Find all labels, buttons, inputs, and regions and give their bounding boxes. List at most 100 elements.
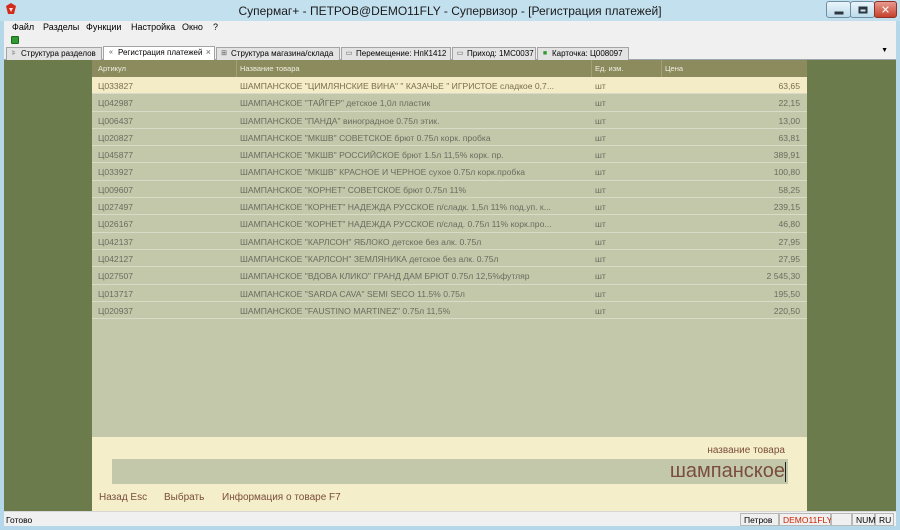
cell-article: Ц006437 bbox=[98, 115, 134, 126]
search-panel: название товара шампанское Назад Esc Выб… bbox=[92, 437, 807, 511]
table-row[interactable]: Ц020937 ШАМПАНСКОЕ "FAUSTINO MARTINEZ" 0.… bbox=[92, 302, 807, 320]
table-row[interactable]: Ц042137 ШАМПАНСКОЕ "КАРЛСОН" ЯБЛОКО детск… bbox=[92, 233, 807, 250]
cell-price: 195,50 bbox=[773, 288, 800, 299]
column-header-unit[interactable]: Ед. изм. bbox=[595, 64, 623, 73]
maximize-button[interactable] bbox=[850, 1, 875, 18]
table-row[interactable]: Ц026167 ШАМПАНСКОЕ "КОРНЕТ" НАДЕЖДА РУССК… bbox=[92, 215, 807, 233]
table-row[interactable]: Ц033827 ШАМПАНСКОЕ "ЦИМЛЯНСКИЕ ВИНА" " КА… bbox=[92, 77, 807, 95]
tab-payment-registration[interactable]: « Регистрация платежей × bbox=[103, 46, 215, 61]
cell-name: ШАМПАНСКОЕ "ТАЙГЕР" детское 1,0л пластик bbox=[240, 98, 431, 109]
cell-unit: шт bbox=[595, 167, 606, 178]
cell-article: Ц013717 bbox=[98, 288, 134, 299]
table-row[interactable]: Ц042987 ШАМПАНСКОЕ "ТАЙГЕР" детское 1,0л … bbox=[92, 94, 807, 112]
menu-window[interactable]: Окно bbox=[182, 22, 203, 32]
status-database: DEMO11FLY bbox=[779, 513, 832, 526]
cell-article: Ц042137 bbox=[98, 236, 134, 247]
column-divider bbox=[591, 60, 592, 77]
cell-price: 239,15 bbox=[773, 202, 800, 213]
cell-unit: шт bbox=[595, 236, 606, 247]
column-header-price[interactable]: Цена bbox=[665, 64, 683, 73]
cell-unit: шт bbox=[595, 115, 606, 126]
tab-receipt[interactable]: ▭ Приход: 1МС0037 bbox=[452, 47, 536, 60]
minimize-icon bbox=[834, 11, 843, 14]
cell-unit: шт bbox=[595, 98, 606, 109]
tabs-dropdown-icon[interactable]: ▼ bbox=[881, 47, 888, 54]
tab-store-structure[interactable]: ⊞ Структура магазина/склада bbox=[216, 47, 340, 60]
table-row[interactable]: Ц042127 ШАМПАНСКОЕ "КАРЛСОН" ЗЕМЛЯНИКА де… bbox=[92, 250, 807, 268]
cell-unit: шт bbox=[595, 271, 606, 282]
cell-name: ШАМПАНСКОЕ "ВДОВА КЛИКО" ГРАНД ДАМ БРЮТ … bbox=[240, 271, 530, 282]
cell-name: ШАМПАНСКОЕ "МКШВ" СОВЕТСКОЕ брют 0.75л к… bbox=[240, 132, 491, 143]
table-row[interactable]: Ц027507 ШАМПАНСКОЕ "ВДОВА КЛИКО" ГРАНД ДА… bbox=[92, 267, 807, 285]
menu-sections[interactable]: Разделы bbox=[43, 22, 79, 32]
cell-unit: шт bbox=[595, 253, 606, 264]
cell-name: ШАМПАНСКОЕ "КАРЛСОН" ЗЕМЛЯНИКА детское б… bbox=[240, 253, 499, 264]
cell-price: 100,80 bbox=[773, 167, 800, 178]
cell-name: ШАМПАНСКОЕ "ПАНДА" виноградное 0.75л эти… bbox=[240, 115, 440, 126]
table-row[interactable]: Ц013717 ШАМПАНСКОЕ "SARDA CAVA" SEMI SECO… bbox=[92, 285, 807, 302]
table-row[interactable]: Ц027497 ШАМПАНСКОЕ "КОРНЕТ" НАДЕЖДА РУССК… bbox=[92, 198, 807, 216]
cell-unit: шт bbox=[595, 288, 606, 299]
tab-label: Структура разделов bbox=[21, 49, 96, 58]
cell-name: ШАМПАНСКОЕ "КОРНЕТ" НАДЕЖДА РУССКОЕ п/сл… bbox=[240, 219, 552, 230]
column-header-article[interactable]: Артикул bbox=[98, 64, 126, 73]
cell-unit: шт bbox=[595, 305, 606, 316]
cell-article: Ц042127 bbox=[98, 253, 134, 264]
status-bar: Готово Петров DEMO11FLY NUM RU bbox=[4, 511, 896, 526]
cell-name: ШАМПАНСКОЕ "SARDA CAVA" SEMI SECO 11.5% … bbox=[240, 288, 465, 299]
tab-close-icon[interactable]: × bbox=[206, 47, 211, 57]
table-body: Ц033827 ШАМПАНСКОЕ "ЦИМЛЯНСКИЕ ВИНА" " КА… bbox=[92, 77, 807, 320]
table-row[interactable]: Ц045877 ШАМПАНСКОЕ "МКШВ" РОССИЙСКОЕ брют… bbox=[92, 146, 807, 164]
search-value[interactable]: шампанское bbox=[670, 460, 785, 483]
menu-help[interactable]: ? bbox=[213, 22, 218, 32]
cell-article: Ц042987 bbox=[98, 98, 134, 109]
back-button[interactable]: Назад Esc bbox=[99, 492, 147, 503]
close-icon: ✕ bbox=[880, 3, 891, 16]
cell-name: ШАМПАНСКОЕ "КОРНЕТ" НАДЕЖДА РУССКОЕ п/сл… bbox=[240, 202, 551, 213]
cell-price: 220,50 bbox=[773, 305, 800, 316]
column-divider bbox=[661, 60, 662, 77]
cell-article: Ц009607 bbox=[98, 184, 134, 195]
text-caret bbox=[785, 462, 786, 482]
product-table: Артикул Название товара Ед. изм. Цена Ц0… bbox=[92, 60, 807, 437]
cell-price: 46,80 bbox=[778, 219, 800, 230]
table-row[interactable]: Ц009607 ШАМПАНСКОЕ "КОРНЕТ" СОВЕТСКОЕ брю… bbox=[92, 181, 807, 199]
cell-unit: шт bbox=[595, 81, 606, 91]
tab-label: Регистрация платежей bbox=[118, 48, 203, 57]
menu-settings[interactable]: Настройка bbox=[131, 22, 175, 32]
product-info-button[interactable]: Информация о товаре F7 bbox=[222, 492, 341, 503]
cell-article: Ц033927 bbox=[98, 167, 134, 178]
tab-label: Перемещение: НпК1412 bbox=[356, 49, 447, 58]
tab-card[interactable]: ■ Карточка: Ц008097 bbox=[537, 47, 629, 60]
cell-price: 22,15 bbox=[778, 98, 800, 109]
toolbar bbox=[4, 35, 896, 46]
cell-article: Ц026167 bbox=[98, 219, 134, 230]
column-header-name[interactable]: Название товара bbox=[240, 64, 300, 73]
cell-article: Ц020937 bbox=[98, 305, 134, 316]
tab-label: Структура магазина/склада bbox=[231, 49, 334, 58]
menu-functions[interactable]: Функции bbox=[86, 22, 121, 32]
minimize-button[interactable] bbox=[826, 1, 851, 18]
open-icon[interactable] bbox=[11, 36, 19, 44]
cell-name: ШАМПАНСКОЕ "КАРЛСОН" ЯБЛОКО детское без … bbox=[240, 236, 482, 247]
status-empty bbox=[831, 513, 852, 526]
table-row[interactable]: Ц020827 ШАМПАНСКОЕ "МКШВ" СОВЕТСКОЕ брют … bbox=[92, 129, 807, 147]
close-button[interactable]: ✕ bbox=[874, 1, 897, 18]
cell-article: Ц027497 bbox=[98, 202, 134, 213]
cell-price: 27,95 bbox=[778, 236, 800, 247]
maximize-icon bbox=[858, 6, 867, 13]
menu-file[interactable]: Файл bbox=[12, 22, 34, 32]
tab-transfer[interactable]: ▭ Перемещение: НпК1412 bbox=[341, 47, 451, 60]
tree-icon: ⊧ bbox=[12, 50, 16, 57]
cell-name: ШАМПАНСКОЕ "МКШВ" КРАСНОЕ И ЧЕРНОЕ сухое… bbox=[240, 167, 526, 178]
document-icon: ▭ bbox=[345, 50, 353, 57]
tab-sections-structure[interactable]: ⊧ Структура разделов bbox=[6, 47, 102, 60]
cell-price: 63,81 bbox=[778, 132, 800, 143]
cell-article: Ц033827 bbox=[98, 81, 134, 91]
status-num: NUM bbox=[852, 513, 875, 526]
select-button[interactable]: Выбрать bbox=[164, 492, 204, 503]
status-text: Готово bbox=[6, 515, 33, 525]
cell-unit: шт bbox=[595, 219, 606, 230]
table-row[interactable]: Ц033927 ШАМПАНСКОЕ "МКШВ" КРАСНОЕ И ЧЕРНО… bbox=[92, 163, 807, 181]
table-row[interactable]: Ц006437 ШАМПАНСКОЕ "ПАНДА" виноградное 0.… bbox=[92, 112, 807, 129]
